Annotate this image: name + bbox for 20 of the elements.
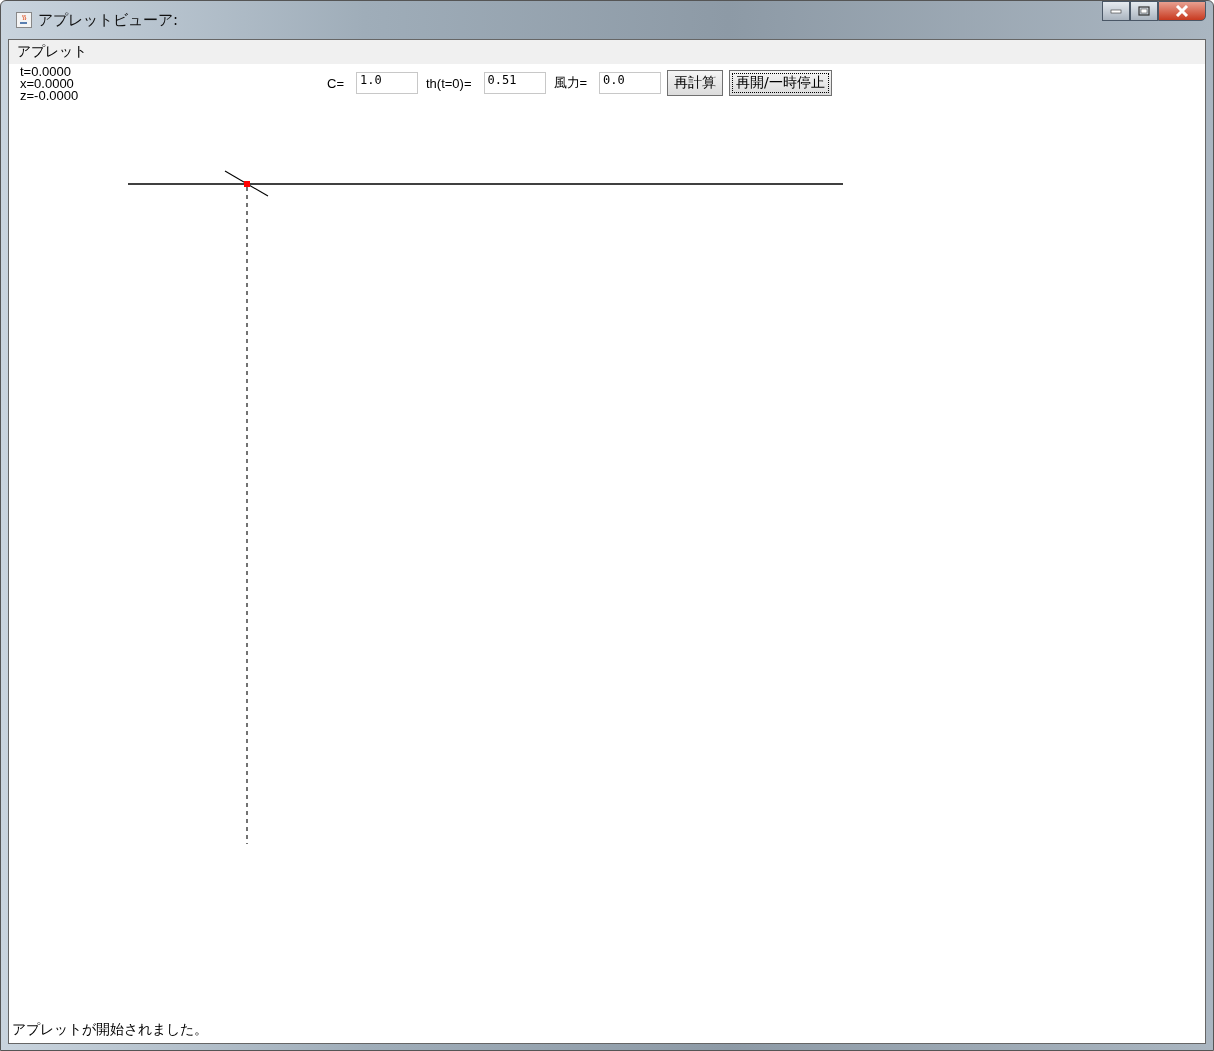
close-button[interactable] [1158, 1, 1206, 21]
close-icon [1175, 5, 1189, 17]
window-title: アプレットビューア: [38, 10, 179, 30]
minimize-button[interactable] [1102, 1, 1130, 21]
applet-button[interactable]: 再計算 [667, 70, 724, 96]
readout-text: x=0.0000 [20, 78, 75, 90]
applet-button[interactable]: 再開/一時停止 [729, 70, 832, 96]
readout-text: z=-0.0000 [20, 90, 79, 102]
maximize-icon [1138, 6, 1150, 16]
menu-item[interactable]: アプレット [17, 43, 87, 61]
readout-text: t=0.0000 [20, 66, 72, 78]
input-field[interactable]: 0.0 [599, 72, 662, 94]
input-field[interactable]: 1.0 [356, 72, 418, 94]
maximize-button[interactable] [1130, 1, 1158, 21]
status-text: アプレットが開始されました。 [11, 1021, 209, 1039]
input-field[interactable]: 0.51 [483, 72, 546, 94]
minimize-icon [1110, 8, 1122, 14]
field-label: C= [327, 75, 344, 91]
field-label: 風力= [553, 74, 588, 92]
field-label: th(t=0)= [426, 75, 472, 91]
